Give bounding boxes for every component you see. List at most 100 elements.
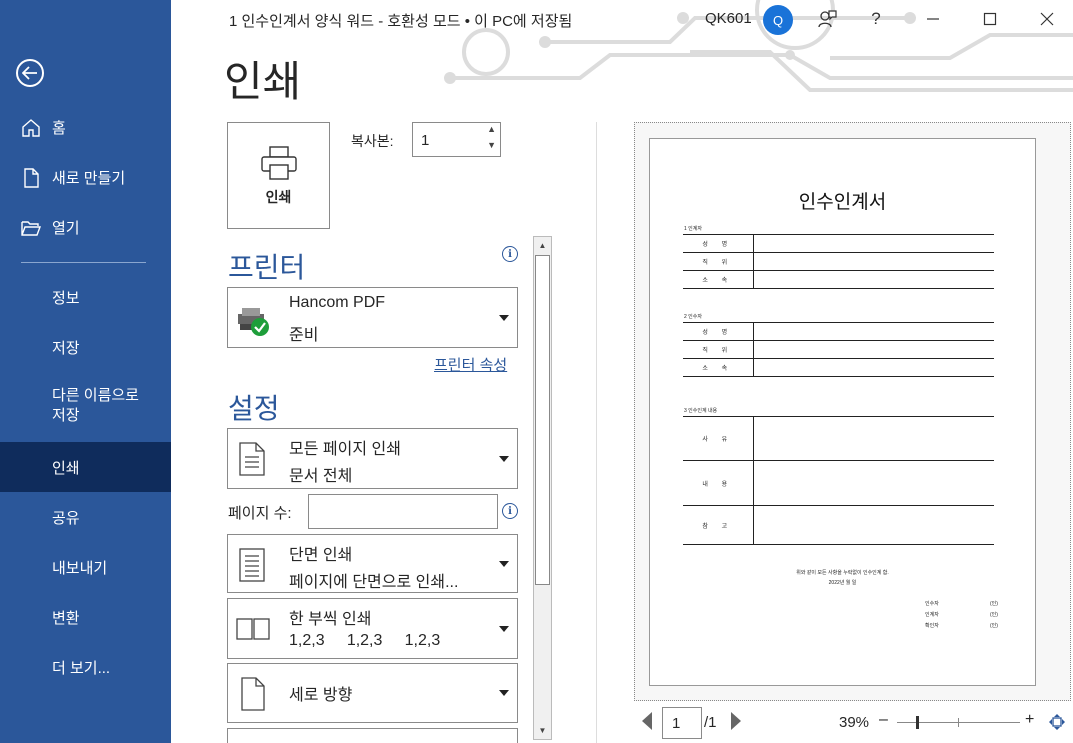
sidebar-item-save-as[interactable]: 다른 이름으로 저장 — [0, 380, 171, 432]
sidebar-item-label: 저장 — [52, 339, 80, 357]
doc-sign-label: 인수자 — [925, 601, 939, 607]
doc-sign-label: 확인자 — [925, 623, 939, 629]
doc-section-label: 1 인계자 — [684, 226, 702, 232]
next-setting-dropdown[interactable] — [227, 728, 518, 743]
setting-line1: 한 부씩 인쇄 — [289, 611, 372, 628]
info-icon[interactable]: i — [502, 503, 518, 519]
coauthor-icon[interactable] — [812, 6, 842, 32]
sidebar-item-save[interactable]: 저장 — [0, 324, 171, 370]
total-pages: /1 — [704, 714, 717, 731]
chevron-down-icon — [499, 314, 509, 321]
setting-line1: 세로 방향 — [289, 687, 353, 704]
portrait-icon — [241, 677, 265, 711]
sidebar-item-home[interactable]: 홈 — [0, 104, 171, 150]
chevron-up-icon[interactable]: ▲ — [487, 124, 496, 134]
sidebar-item-transform[interactable]: 변환 — [0, 594, 171, 640]
copies-value: 1 — [421, 132, 430, 149]
chevron-down-icon[interactable]: ▼ — [487, 140, 496, 150]
doc-footer-text: 위와 같이 모든 사항을 누락없이 인수인계 함. — [796, 570, 889, 576]
zoom-to-page-icon[interactable] — [1048, 713, 1066, 731]
setting-line2: 1,2,3 1,2,3 1,2,3 — [289, 632, 441, 649]
sidebar-item-label: 정보 — [52, 289, 80, 307]
doc-table: 성 명 직 위 소 속 — [683, 234, 994, 289]
copies-label: 복사본: — [351, 133, 394, 149]
home-icon — [22, 119, 40, 137]
avatar[interactable]: Q — [763, 5, 793, 35]
doc-seal: (인) — [990, 601, 998, 607]
sidebar-item-label: 공유 — [52, 509, 80, 527]
sidebar-item-label: 다른 이름으로 저장 — [52, 387, 139, 424]
minimize-icon[interactable] — [918, 6, 948, 32]
collate-icon — [236, 618, 270, 640]
doc-section-label: 2 인수자 — [684, 314, 702, 320]
printer-status: 준비 — [289, 327, 319, 344]
chevron-down-icon — [499, 625, 509, 632]
doc-seal: (인) — [990, 612, 998, 618]
sides-dropdown[interactable]: 단면 인쇄 페이지에 단면으로 인쇄... — [227, 534, 518, 593]
settings-heading: 설정 — [228, 393, 280, 424]
document-pages-icon — [239, 442, 265, 476]
settings-scrollbar[interactable]: ▲ ▼ — [533, 236, 552, 740]
setting-line1: 모든 페이지 인쇄 — [289, 441, 401, 458]
sidebar-item-print[interactable]: 인쇄 — [0, 442, 171, 492]
copies-stepper[interactable]: 1 ▲ ▼ — [412, 122, 501, 157]
sidebar-item-label: 인쇄 — [52, 459, 80, 477]
sidebar-item-new[interactable]: 새로 만들기 — [0, 154, 171, 200]
user-name[interactable]: QK601 — [705, 10, 752, 27]
sidebar-item-info[interactable]: 정보 — [0, 274, 171, 320]
chevron-down-icon — [499, 560, 509, 567]
collate-dropdown[interactable]: 한 부씩 인쇄 1,2,3 1,2,3 1,2,3 — [227, 598, 518, 659]
scroll-thumb[interactable] — [535, 255, 550, 585]
chevron-down-icon — [499, 455, 509, 462]
sidebar-item-export[interactable]: 내보내기 — [0, 544, 171, 590]
scroll-up-icon[interactable]: ▲ — [535, 238, 550, 253]
close-icon[interactable] — [1032, 6, 1062, 32]
doc-section-label: 3 인수인계 내용 — [684, 408, 718, 414]
sidebar-item-label: 더 보기... — [52, 659, 111, 677]
pages-label: 페이지 수: — [228, 505, 292, 522]
single-sided-icon — [239, 548, 265, 582]
sidebar-item-open[interactable]: 열기 — [0, 204, 171, 250]
panel-divider — [596, 122, 597, 743]
setting-line2: 페이지에 단면으로 인쇄... — [289, 574, 459, 591]
setting-line1: 단면 인쇄 — [289, 547, 353, 564]
sidebar-item-label: 홈 — [52, 119, 66, 137]
zoom-level[interactable]: 39% — [839, 714, 869, 731]
backstage-sidebar: 홈 새로 만들기 열기 정보 저장 다른 이름으로 저장 인쇄 공유 내보내기 변… — [0, 0, 171, 743]
page-number-input[interactable]: 1 — [662, 707, 702, 739]
orientation-dropdown[interactable]: 세로 방향 — [227, 663, 518, 723]
chevron-down-icon — [499, 690, 509, 696]
pages-input[interactable] — [308, 494, 498, 529]
maximize-icon[interactable] — [975, 6, 1005, 32]
sidebar-item-label: 새로 만들기 — [52, 169, 126, 187]
printer-dropdown[interactable]: Hancom PDF 준비 — [227, 287, 518, 348]
zoom-slider-mark — [958, 718, 959, 727]
print-button[interactable]: 인쇄 — [227, 122, 330, 229]
scroll-down-icon[interactable]: ▼ — [535, 723, 550, 738]
zoom-slider-thumb[interactable] — [916, 716, 919, 729]
help-button[interactable]: ? — [861, 6, 891, 32]
new-document-icon — [24, 168, 39, 188]
printer-name: Hancom PDF — [289, 294, 386, 311]
doc-table: 성 명 직 위 소 속 — [683, 322, 994, 377]
sidebar-item-more[interactable]: 더 보기... — [0, 644, 171, 690]
next-page-icon[interactable] — [731, 712, 741, 730]
folder-open-icon — [21, 221, 42, 236]
preview-page: 인수인계서 1 인계자 성 명 직 위 소 속 2 인수자 성 명 직 위 소 … — [649, 138, 1036, 686]
printer-properties-link[interactable]: 프린터 속성 — [434, 354, 507, 375]
zoom-in-button[interactable]: + — [1025, 711, 1034, 729]
zoom-out-button[interactable]: – — [879, 711, 888, 729]
sidebar-divider — [21, 262, 146, 263]
printer-icon — [260, 145, 297, 180]
doc-date: 2022년 월 일 — [828, 580, 857, 586]
sidebar-item-label: 변환 — [52, 609, 80, 627]
back-arrow-icon[interactable] — [16, 59, 44, 87]
previous-page-icon[interactable] — [642, 712, 652, 730]
sidebar-item-share[interactable]: 공유 — [0, 494, 171, 540]
printer-status-icon — [238, 308, 269, 336]
doc-table: 사 유 내 용 참 고 — [683, 416, 994, 545]
info-icon[interactable]: i — [502, 246, 518, 262]
print-range-dropdown[interactable]: 모든 페이지 인쇄 문서 전체 — [227, 428, 518, 489]
page-title: 인쇄 — [224, 58, 302, 105]
doc-sign-label: 인계자 — [925, 612, 939, 618]
